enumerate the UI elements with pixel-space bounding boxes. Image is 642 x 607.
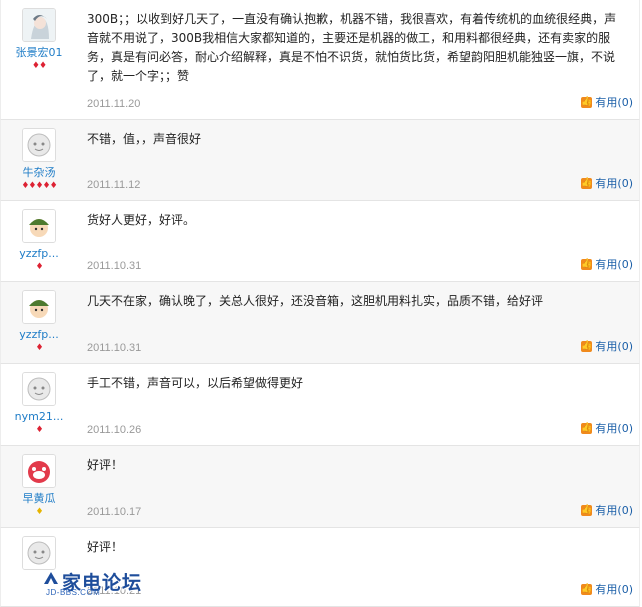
- useful-label: 有用(0): [595, 258, 633, 271]
- review-item: 牛杂汤 ♦♦♦♦♦ 不错，值，，声音很好 2011.11.12 👍 有用(0): [0, 120, 640, 201]
- useful-label: 有用(0): [595, 177, 633, 190]
- useful-label: 有用(0): [595, 504, 633, 517]
- cat-avatar-icon: [23, 455, 55, 487]
- useful-label: 有用(0): [595, 96, 633, 109]
- username[interactable]: yzzfp...: [1, 247, 77, 261]
- reputation-badges: ♦: [35, 425, 43, 435]
- review-date: 2011.11.12: [87, 179, 141, 191]
- review-item: 张景宏01 ♦♦ 300B；；以收到好几天了，一直没有确认抱歉，机器不错，我很喜…: [0, 0, 640, 120]
- review-text: 好评！: [87, 540, 124, 554]
- review-date: 2011.10.26: [87, 424, 142, 436]
- review-date: 2011.10.17: [87, 506, 142, 518]
- review-text: 不错，值，，声音很好: [87, 132, 202, 146]
- reputation-badges: ♦♦: [31, 61, 47, 71]
- avatar[interactable]: [22, 128, 56, 162]
- avatar[interactable]: [22, 290, 56, 324]
- default-avatar-icon: [23, 373, 55, 405]
- review-item: nym21... ♦ 手工不错，声音可以，以后希望做得更好 2011.10.26…: [0, 364, 640, 446]
- avatar[interactable]: [22, 372, 56, 406]
- username[interactable]: 早黄瓜: [1, 492, 77, 506]
- review-text: 几天不在家，确认晚了，关总人很好，还没音箱，这胆机用料扎实，品质不错，给好评: [87, 294, 544, 308]
- reviewer: nym21... ♦: [1, 364, 77, 435]
- soldier-avatar-icon: [23, 210, 55, 242]
- reputation-badges: ♦: [35, 262, 43, 272]
- review-item: 早黄瓜 ♦ 好评！ 2011.10.17 👍 有用(0): [0, 446, 640, 528]
- reviewer: 张景宏01 ♦♦: [1, 0, 77, 71]
- review-date: 2011.10.31: [87, 260, 142, 272]
- thumb-icon: 👍: [581, 96, 593, 108]
- useful-button[interactable]: 👍 有用(0): [581, 256, 633, 272]
- soldier-avatar-icon: [23, 291, 55, 323]
- username[interactable]: 牛杂汤: [1, 166, 77, 180]
- thumb-icon: 👍: [581, 422, 593, 434]
- thumb-icon: 👍: [581, 177, 593, 189]
- useful-button[interactable]: 👍 有用(0): [581, 175, 633, 191]
- avatar[interactable]: [22, 8, 56, 42]
- review-item: yzzfp... ♦ 几天不在家，确认晚了，关总人很好，还没音箱，这胆机用料扎实…: [0, 282, 640, 364]
- useful-button[interactable]: 👍 有用(0): [581, 338, 633, 354]
- reviewer: yzzfp... ♦: [1, 282, 77, 353]
- default-avatar-icon: [23, 537, 55, 569]
- useful-label: 有用(0): [595, 583, 633, 596]
- review-text: 300B；；以收到好几天了，一直没有确认抱歉，机器不错，我很喜欢，有着传统机的血…: [87, 12, 617, 83]
- reviewer: 牛杂汤 ♦♦♦♦♦: [1, 120, 77, 191]
- thumb-icon: 👍: [581, 258, 593, 270]
- reviewer: 早黄瓜 ♦: [1, 446, 77, 517]
- useful-label: 有用(0): [595, 340, 633, 353]
- review-date: 2011.10.31: [87, 342, 142, 354]
- default-avatar-icon: [23, 129, 55, 161]
- username[interactable]: 张景宏01: [1, 46, 77, 60]
- review-date: 2011.11.20: [87, 98, 141, 110]
- reputation-badges: ♦♦♦♦♦: [21, 181, 57, 191]
- useful-label: 有用(0): [595, 422, 633, 435]
- thumb-icon: 👍: [581, 583, 593, 595]
- reputation-badges: ♦: [35, 343, 43, 353]
- reviewer: yzzfp... ♦: [1, 201, 77, 272]
- review-text: 好评！: [87, 458, 124, 472]
- site-logo-icon: [44, 572, 58, 584]
- avatar[interactable]: [22, 536, 56, 570]
- useful-button[interactable]: 👍 有用(0): [581, 94, 633, 110]
- site-watermark: 家电论坛 JD-BBS.COM: [0, 568, 160, 600]
- avatar[interactable]: [22, 209, 56, 243]
- review-text: 手工不错，声音可以，以后希望做得更好: [87, 376, 304, 390]
- useful-button[interactable]: 👍 有用(0): [581, 581, 633, 597]
- reputation-badges: ♦: [35, 507, 43, 517]
- avatar[interactable]: [22, 454, 56, 488]
- review-list: 张景宏01 ♦♦ 300B；；以收到好几天了，一直没有确认抱歉，机器不错，我很喜…: [0, 0, 642, 607]
- girl-avatar-icon: [23, 9, 55, 41]
- username[interactable]: nym21...: [1, 410, 77, 424]
- thumb-icon: 👍: [581, 504, 593, 516]
- review-text: 货好人更好，好评。: [87, 213, 196, 227]
- username[interactable]: yzzfp...: [1, 328, 77, 342]
- watermark-url: JD-BBS.COM: [46, 588, 101, 597]
- useful-button[interactable]: 👍 有用(0): [581, 420, 633, 436]
- thumb-icon: 👍: [581, 340, 593, 352]
- useful-button[interactable]: 👍 有用(0): [581, 502, 633, 518]
- review-item: yzzfp... ♦ 货好人更好，好评。 2011.10.31 👍 有用(0): [0, 201, 640, 282]
